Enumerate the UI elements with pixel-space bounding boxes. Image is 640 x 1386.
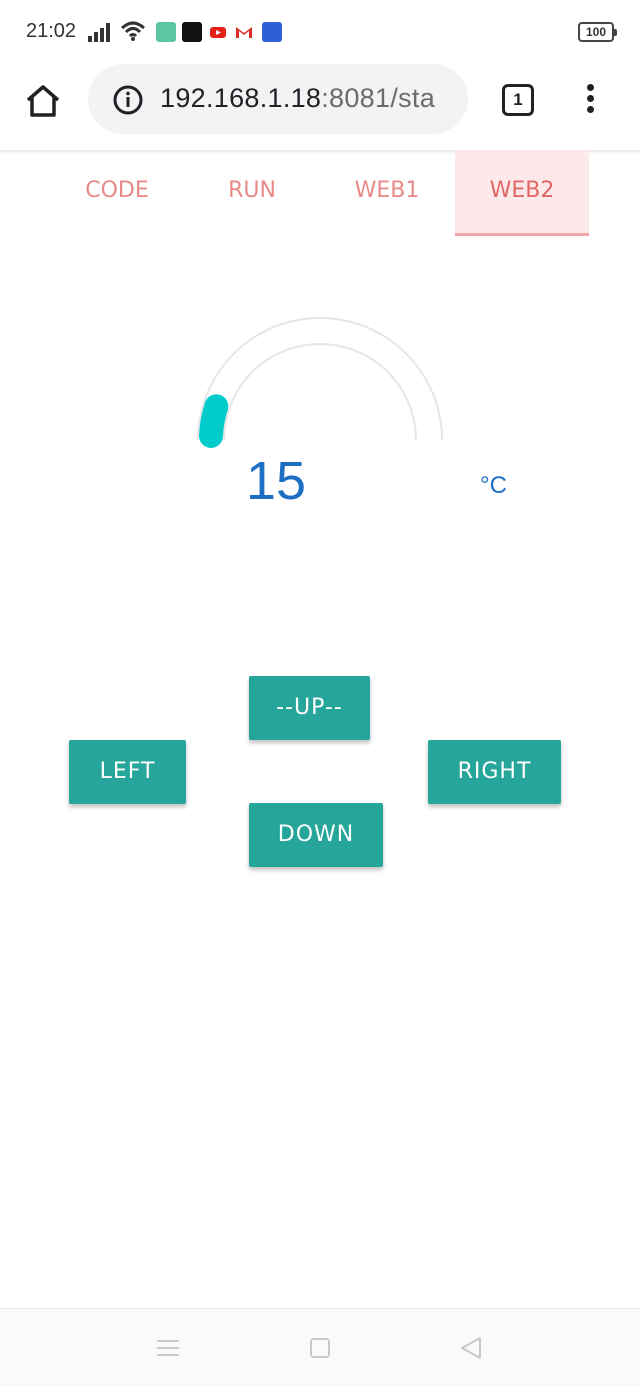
url-path: :8081/sta <box>321 83 436 113</box>
battery-indicator: 100 <box>578 22 617 42</box>
tab-web2[interactable]: WEB2 <box>455 150 589 236</box>
info-icon[interactable] <box>112 84 144 116</box>
more-menu-icon[interactable] <box>582 82 598 118</box>
news-app-icon <box>262 22 282 42</box>
menu-icon[interactable] <box>155 1335 181 1361</box>
down-button[interactable]: DOWN <box>249 803 383 867</box>
left-button[interactable]: LEFT <box>69 740 186 804</box>
home-square-icon[interactable] <box>307 1335 333 1361</box>
gauge-unit: °C <box>480 472 507 499</box>
youtube-icon <box>208 22 228 42</box>
status-bar: 21:02 100 <box>0 0 640 64</box>
tab-web1[interactable]: WEB1 <box>320 150 454 236</box>
browser-toolbar: 192.168.1.18:8081/sta 1 <box>0 64 640 150</box>
url-text[interactable]: 192.168.1.18:8081/sta <box>160 83 435 114</box>
url-host: 192.168.1.18 <box>160 83 322 113</box>
gauge-fill <box>199 394 229 448</box>
signal-icon <box>88 23 110 42</box>
address-bar[interactable]: 192.168.1.18:8081/sta <box>88 64 468 134</box>
gauge-inner-track <box>223 343 417 441</box>
up-button[interactable]: --UP-- <box>249 676 370 740</box>
tiktok-icon <box>182 22 202 42</box>
temperature-gauge <box>197 317 443 448</box>
right-button[interactable]: RIGHT <box>428 740 561 804</box>
wifi-icon <box>120 21 146 41</box>
gauge-value: 15 <box>245 451 307 511</box>
tab-code[interactable]: CODE <box>50 150 184 236</box>
status-time: 21:02 <box>26 20 77 42</box>
back-triangle-icon[interactable] <box>458 1335 484 1361</box>
page-tabs: CODE RUN WEB1 WEB2 <box>50 150 590 236</box>
tab-switcher-button[interactable]: 1 <box>502 84 534 116</box>
gauge-outer-track <box>197 317 443 441</box>
app-icon <box>156 22 176 42</box>
system-nav-bar <box>0 1308 640 1386</box>
gmail-icon <box>234 22 254 42</box>
home-icon[interactable] <box>22 80 64 122</box>
tab-run[interactable]: RUN <box>185 150 319 236</box>
